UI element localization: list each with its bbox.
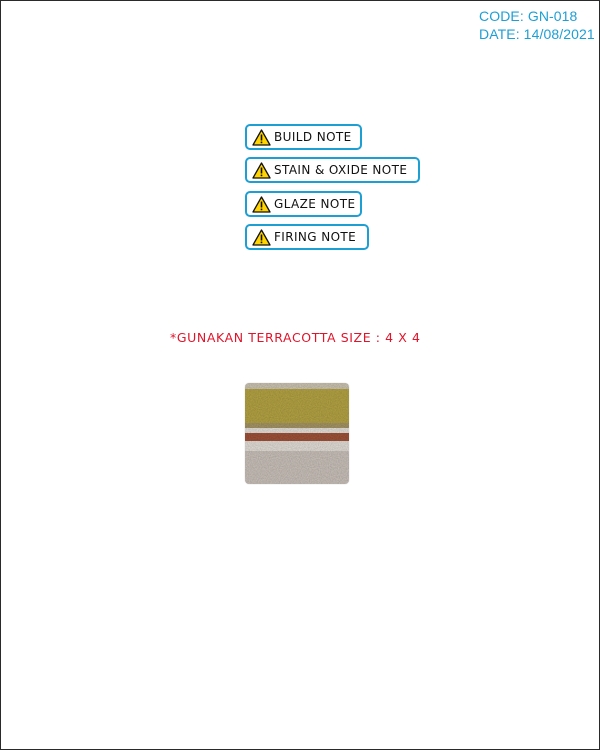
- build-note-button[interactable]: BUILD NOTE: [245, 124, 362, 150]
- warning-icon: [252, 228, 271, 246]
- firing-note-button[interactable]: FIRING NOTE: [245, 224, 369, 250]
- page-frame: [0, 0, 600, 750]
- code-label: CODE: GN-018: [479, 8, 578, 24]
- terracotta-size-instruction: *GUNAKAN TERRACOTTA SIZE : 4 X 4: [170, 330, 421, 345]
- stain-oxide-note-button[interactable]: STAIN & OXIDE NOTE: [245, 157, 420, 183]
- firing-note-label: FIRING NOTE: [274, 230, 357, 244]
- document-meta: CODE: GN-018 DATE: 14/08/2021: [479, 7, 595, 43]
- glazed-tile-sample-image: [245, 383, 349, 484]
- warning-icon: [252, 195, 271, 213]
- stain-oxide-note-label: STAIN & OXIDE NOTE: [274, 163, 408, 177]
- warning-icon: [252, 128, 271, 146]
- build-note-label: BUILD NOTE: [274, 130, 352, 144]
- date-label: DATE: 14/08/2021: [479, 26, 595, 42]
- warning-icon: [252, 161, 271, 179]
- glaze-note-label: GLAZE NOTE: [274, 197, 356, 211]
- glaze-note-button[interactable]: GLAZE NOTE: [245, 191, 362, 217]
